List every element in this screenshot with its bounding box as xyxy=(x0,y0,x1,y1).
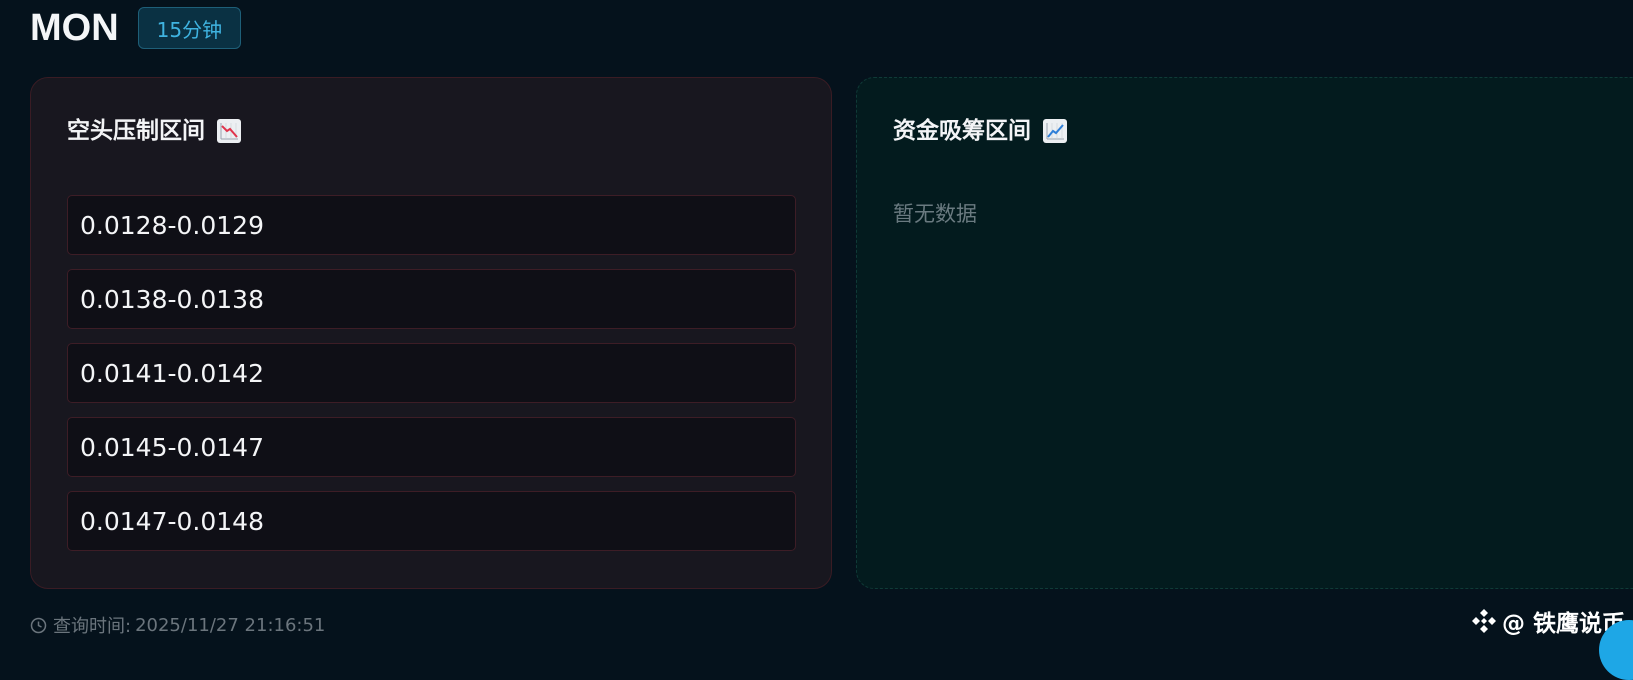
range-item: 0.0147-0.0148 xyxy=(67,491,796,551)
short-range-list: 0.0128-0.0129 0.0138-0.0138 0.0141-0.014… xyxy=(67,195,796,565)
short-pressure-panel: 空头压制区间 0.0128-0.0129 0.0138-0.0138 0.014… xyxy=(30,77,832,589)
empty-state-text: 暂无数据 xyxy=(893,202,977,226)
accumulation-panel: 资金吸筹区间 暂无数据 xyxy=(856,77,1633,589)
watermark: @ 铁鹰说币 xyxy=(1470,604,1625,638)
chart-increasing-icon xyxy=(1043,119,1067,143)
range-item: 0.0145-0.0147 xyxy=(67,417,796,477)
symbol-title: MON xyxy=(30,7,119,49)
binance-logo-icon xyxy=(1470,607,1498,635)
query-time-label: 查询时间: xyxy=(53,616,132,637)
range-item: 0.0138-0.0138 xyxy=(67,269,796,329)
short-pressure-title: 空头压制区间 xyxy=(67,116,241,146)
range-item: 0.0141-0.0142 xyxy=(67,343,796,403)
query-time-value: 2025/11/27 21:16:51 xyxy=(135,614,326,636)
accumulation-title: 资金吸筹区间 xyxy=(893,116,1067,146)
header: MON 15分钟 xyxy=(30,7,242,49)
accumulation-title-text: 资金吸筹区间 xyxy=(893,118,1031,144)
range-item: 0.0128-0.0129 xyxy=(67,195,796,255)
query-time: 查询时间: 2025/11/27 21:16:51 xyxy=(30,612,325,638)
chart-decreasing-icon xyxy=(217,119,241,143)
clock-icon xyxy=(30,617,47,634)
short-pressure-title-text: 空头压制区间 xyxy=(67,118,205,144)
timeframe-badge[interactable]: 15分钟 xyxy=(137,7,242,49)
